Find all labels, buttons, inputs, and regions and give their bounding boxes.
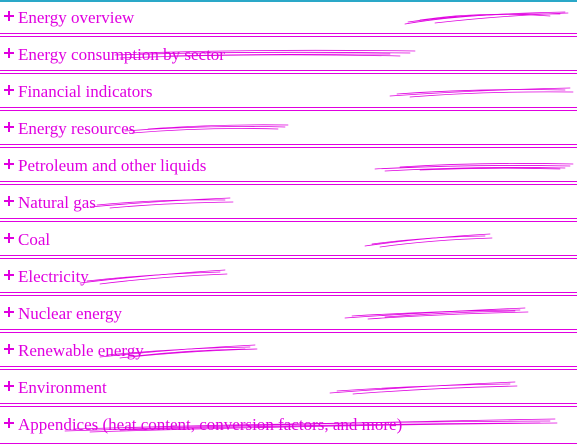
- plus-icon[interactable]: [4, 418, 14, 428]
- menu-item-label[interactable]: Energy resources: [18, 119, 135, 139]
- plus-icon[interactable]: [4, 11, 14, 21]
- menu-item-environment[interactable]: Environment: [0, 370, 577, 407]
- scribble-decoration: [344, 307, 529, 320]
- plus-icon[interactable]: [4, 196, 14, 206]
- plus-icon[interactable]: [4, 122, 14, 132]
- menu-item-label[interactable]: Petroleum and other liquids: [18, 156, 206, 176]
- menu-item-label[interactable]: Energy overview: [18, 8, 134, 28]
- item-rule: [0, 292, 577, 293]
- menu-item-nuclear-energy[interactable]: Nuclear energy: [0, 296, 577, 333]
- accordion-menu: Energy overview Energy consumption by se…: [0, 0, 577, 444]
- item-rule: [0, 144, 577, 145]
- scribble-decoration: [364, 233, 493, 248]
- scribble-decoration: [374, 163, 574, 172]
- scribble-decoration: [99, 344, 258, 359]
- item-rule: [0, 255, 577, 256]
- menu-item-coal[interactable]: Coal: [0, 222, 577, 259]
- item-rule: [0, 181, 577, 182]
- scribble-decoration: [404, 11, 569, 25]
- menu-item-label[interactable]: Nuclear energy: [18, 304, 122, 324]
- menu-item-renewable-energy[interactable]: Renewable energy: [0, 333, 577, 370]
- menu-item-energy-overview[interactable]: Energy overview: [0, 0, 577, 37]
- plus-icon[interactable]: [4, 381, 14, 391]
- item-rule: [0, 107, 577, 108]
- scribble-decoration: [124, 124, 289, 134]
- menu-item-energy-resources[interactable]: Energy resources: [0, 111, 577, 148]
- menu-item-label[interactable]: Financial indicators: [18, 82, 153, 102]
- item-rule: [0, 329, 577, 330]
- item-rule: [0, 70, 577, 71]
- item-rule: [0, 366, 577, 367]
- item-rule: [0, 403, 577, 404]
- item-rule: [0, 218, 577, 219]
- plus-icon[interactable]: [4, 48, 14, 58]
- scribble-decoration: [389, 87, 574, 98]
- scribble-decoration: [329, 381, 518, 395]
- plus-icon[interactable]: [4, 307, 14, 317]
- menu-item-label[interactable]: Coal: [18, 230, 50, 250]
- menu-item-electricity[interactable]: Electricity: [0, 259, 577, 296]
- plus-icon[interactable]: [4, 270, 14, 280]
- menu-item-financial-indicators[interactable]: Financial indicators: [0, 74, 577, 111]
- menu-item-appendices[interactable]: Appendices (heat content, conversion fac…: [0, 407, 577, 444]
- menu-item-natural-gas[interactable]: Natural gas: [0, 185, 577, 222]
- menu-item-energy-consumption-by-sector[interactable]: Energy consumption by sector: [0, 37, 577, 74]
- menu-item-label[interactable]: Environment: [18, 378, 107, 398]
- scribble-decoration: [79, 269, 228, 285]
- plus-icon[interactable]: [4, 85, 14, 95]
- item-rule: [0, 33, 577, 34]
- scribble-decoration: [64, 418, 558, 433]
- menu-item-petroleum-and-other-liquids[interactable]: Petroleum and other liquids: [0, 148, 577, 185]
- plus-icon[interactable]: [4, 344, 14, 354]
- plus-icon[interactable]: [4, 233, 14, 243]
- scribble-decoration: [114, 49, 416, 59]
- plus-icon[interactable]: [4, 159, 14, 169]
- scribble-decoration: [89, 197, 234, 209]
